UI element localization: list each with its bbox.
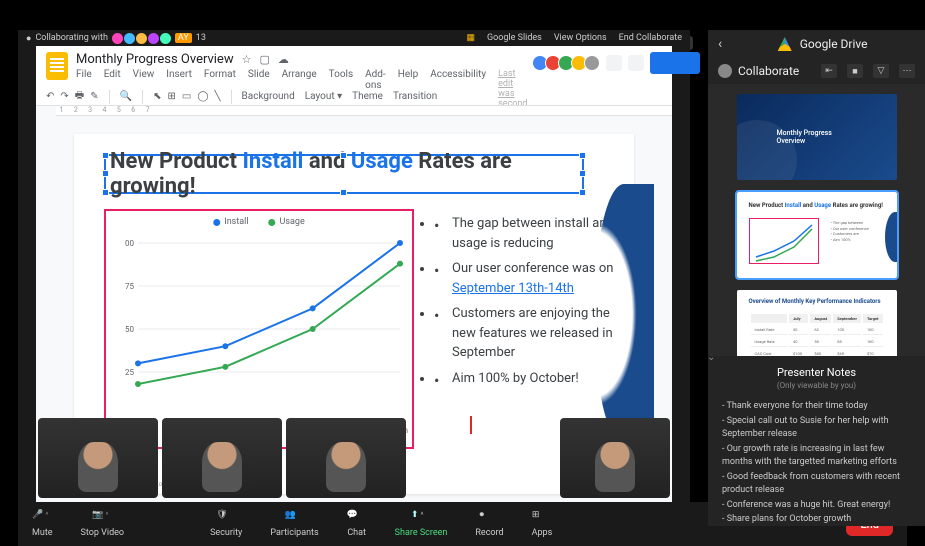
horizontal-ruler: 1 2 3 4 5 6 7 bbox=[56, 106, 672, 116]
slide-thumb-1[interactable]: Monthly Progress Overview bbox=[737, 94, 897, 180]
collaboration-bar: ●Collaborating with AY 13 ▦Google Slides… bbox=[18, 30, 690, 46]
avatar bbox=[112, 33, 123, 44]
side-panel-header: ‹ Google Drive bbox=[708, 30, 925, 58]
confidential-label: CONFIDENTIAL bbox=[563, 481, 604, 488]
avatar bbox=[160, 33, 171, 44]
background-button[interactable]: Background bbox=[242, 91, 295, 102]
collaborate-icon bbox=[718, 64, 732, 78]
decorative-swoosh bbox=[594, 184, 654, 444]
print-icon[interactable]: 🖶 bbox=[75, 88, 84, 105]
image-icon[interactable]: ▭ bbox=[182, 91, 191, 102]
share-button[interactable] bbox=[650, 52, 700, 74]
slides-header: Monthly Progress Overview ☆ ▢ ☁ FileEdit… bbox=[36, 46, 672, 88]
avatar bbox=[148, 33, 159, 44]
cloud-icon[interactable]: ☁ bbox=[278, 53, 289, 66]
presentation-area: ●Collaborating with AY 13 ▦Google Slides… bbox=[18, 30, 690, 526]
slide-thumb-2[interactable]: New Product Install and Usage Rates are … bbox=[737, 192, 897, 278]
record-button[interactable]: ⏺Record bbox=[475, 510, 503, 538]
panel-more-icon[interactable]: ⋯ bbox=[899, 64, 915, 78]
move-icon[interactable]: ▢ bbox=[259, 53, 269, 66]
google-slides-icon bbox=[46, 52, 68, 80]
copyright-label: © 2021 Zoom Video... bbox=[134, 481, 192, 488]
chart[interactable]: Install Usage 25 50 75 00 June July August Sept… bbox=[104, 209, 414, 449]
svg-text:August: August bbox=[300, 426, 326, 435]
svg-text:75: 75 bbox=[125, 282, 134, 291]
share-screen-button[interactable]: ⬆^Share Screen bbox=[395, 510, 448, 538]
slide[interactable]: New Product Install and Usage Rates are … bbox=[74, 134, 634, 494]
side-panel: ‹ Google Drive Collaborate ⇤ ■ ▽ ⋯ Month… bbox=[708, 30, 925, 526]
chat-button[interactable]: 💬Chat bbox=[347, 510, 367, 538]
view-options[interactable]: View Options bbox=[554, 33, 607, 43]
google-slides-window: Monthly Progress Overview ☆ ▢ ☁ FileEdit… bbox=[36, 46, 672, 496]
chart-legend: Install Usage bbox=[213, 217, 304, 227]
collapse-notes-icon[interactable]: ⌄ bbox=[707, 352, 715, 363]
date-link[interactable]: September 13th-14th bbox=[452, 281, 574, 296]
line-icon[interactable]: ╲ bbox=[215, 91, 221, 102]
app-name: Google Slides bbox=[487, 33, 542, 43]
cursor-icon[interactable]: ⬉ bbox=[153, 91, 161, 102]
notes-title: Presenter Notes bbox=[722, 366, 911, 379]
undo-icon[interactable]: ↶ bbox=[46, 91, 54, 102]
svg-text:September: September bbox=[381, 426, 408, 435]
slide-title-textbox[interactable]: New Product Install and Usage Rates are … bbox=[104, 154, 584, 194]
drive-label: Google Drive bbox=[800, 37, 868, 51]
document-title[interactable]: Monthly Progress Overview bbox=[76, 52, 234, 67]
comments-button[interactable] bbox=[606, 55, 622, 71]
notes-subtitle: (Only viewable by you) bbox=[722, 381, 911, 390]
layout-button[interactable]: Layout ▾ bbox=[305, 91, 342, 102]
paint-icon[interactable]: ✎ bbox=[90, 91, 98, 102]
slide-thumbnails: Monthly Progress Overview New Product In… bbox=[708, 84, 925, 356]
transition-button[interactable]: Transition bbox=[393, 91, 437, 102]
zoom-icon[interactable]: 🔍 bbox=[120, 91, 132, 102]
avatar bbox=[136, 33, 147, 44]
security-button[interactable]: 🛡Security bbox=[210, 510, 242, 538]
collaborator-cursor bbox=[470, 416, 472, 434]
collaborate-row: Collaborate ⇤ ■ ▽ ⋯ bbox=[708, 58, 925, 84]
end-collaborate[interactable]: End Collaborate bbox=[619, 33, 682, 43]
slide-canvas[interactable]: 1 2 3 4 5 6 7 New Product Install and Us… bbox=[36, 106, 672, 506]
slide-thumb-3[interactable]: Overview of Monthly Key Performance Indi… bbox=[737, 290, 897, 356]
back-button[interactable]: ‹ bbox=[718, 36, 722, 52]
slides-toolbar: ↶ ↷ 🖶 ✎ 🔍 ⬉ ⊞ ▭ ◯ ╲ Background Layout ▾ … bbox=[36, 88, 672, 106]
participants-button[interactable]: 👥Participants bbox=[270, 510, 318, 538]
presenter-notes-panel: ⌄ Presenter Notes (Only viewable by you)… bbox=[708, 356, 925, 524]
mute-button[interactable]: 🎤^Mute bbox=[32, 510, 53, 538]
google-drive-icon bbox=[778, 37, 792, 51]
svg-text:25: 25 bbox=[125, 368, 134, 377]
star-icon[interactable]: ☆ bbox=[242, 53, 252, 66]
panel-action-icon[interactable]: ▽ bbox=[873, 64, 889, 78]
panel-action-icon[interactable]: ⇤ bbox=[821, 64, 837, 78]
chart-plot: 25 50 75 00 June July August September bbox=[114, 239, 408, 439]
svg-text:00: 00 bbox=[125, 239, 134, 248]
theme-button[interactable]: Theme bbox=[352, 91, 383, 102]
stop-video-button[interactable]: 📷^Stop Video bbox=[81, 510, 125, 538]
apps-button[interactable]: ⊞Apps bbox=[532, 510, 553, 538]
svg-text:50: 50 bbox=[125, 325, 134, 334]
avatar bbox=[124, 33, 135, 44]
shape-icon[interactable]: ◯ bbox=[197, 91, 208, 102]
redo-icon[interactable]: ↷ bbox=[60, 91, 68, 102]
panel-action-icon[interactable]: ■ bbox=[847, 64, 863, 78]
collaborator-avatar[interactable] bbox=[584, 55, 600, 71]
svg-text:June: June bbox=[129, 426, 146, 435]
notes-content[interactable]: - Thank everyone for their time today- S… bbox=[722, 400, 911, 527]
present-button[interactable] bbox=[628, 55, 644, 71]
avatar-badge: AY bbox=[175, 33, 192, 43]
textbox-icon[interactable]: ⊞ bbox=[167, 91, 175, 102]
svg-text:July: July bbox=[218, 426, 233, 435]
